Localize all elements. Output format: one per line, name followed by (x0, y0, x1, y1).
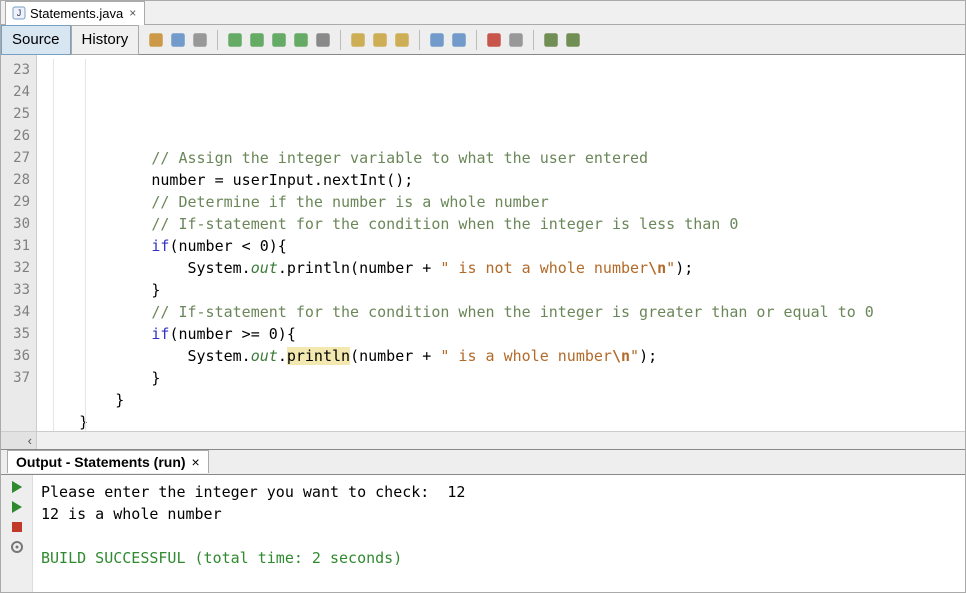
select-rect-icon[interactable] (314, 31, 332, 49)
line-number: 32 (1, 257, 30, 279)
stop-icon[interactable] (507, 31, 525, 49)
code-line[interactable]: } (43, 367, 965, 389)
java-file-icon: J (12, 6, 26, 20)
nav-fwd-icon[interactable] (248, 31, 266, 49)
arrow-return-icon[interactable] (393, 31, 411, 49)
console-line: 12 is a whole number (41, 503, 957, 525)
nav-up-icon[interactable] (270, 31, 288, 49)
close-icon[interactable]: × (192, 454, 200, 470)
line-number-gutter: 232425262728293031323334353637 (1, 55, 37, 431)
console-line: Please enter the integer you want to che… (41, 481, 957, 503)
stop-run-icon[interactable] (9, 519, 25, 535)
line-number: 35 (1, 323, 30, 345)
svg-text:J: J (17, 8, 22, 18)
console-line: BUILD SUCCESSFUL (total time: 2 seconds) (41, 547, 957, 569)
file-tab[interactable]: J Statements.java × (5, 1, 145, 25)
line-number: 37 (1, 367, 30, 389)
line-number: 24 (1, 81, 30, 103)
nav-down-icon[interactable] (292, 31, 310, 49)
code-editor[interactable]: 232425262728293031323334353637 // Assign… (1, 55, 965, 431)
file-tab-bar: J Statements.java × (1, 1, 965, 25)
output-side-toolbar (1, 475, 33, 592)
line-number: 25 (1, 103, 30, 125)
code-line[interactable]: System.out.println(number + " is a whole… (43, 345, 965, 367)
source-tab[interactable]: Source (1, 25, 71, 55)
code-line[interactable]: } (43, 389, 965, 411)
indent-guide (85, 59, 86, 431)
code-line[interactable]: if(number < 0){ (43, 235, 965, 257)
settings-icon[interactable] (9, 539, 25, 555)
output-console[interactable]: Please enter the integer you want to che… (33, 475, 965, 592)
scroll-left-icon[interactable]: ‹ (1, 432, 37, 449)
editor-toolbar (139, 30, 582, 50)
line-number: 34 (1, 301, 30, 323)
refresh-icon[interactable] (147, 31, 165, 49)
diff-icon[interactable] (191, 31, 209, 49)
line-number: 36 (1, 345, 30, 367)
arrow-down-icon[interactable] (371, 31, 389, 49)
uncomment-icon[interactable] (564, 31, 582, 49)
line-number: 31 (1, 235, 30, 257)
comment-icon[interactable] (542, 31, 560, 49)
code-line[interactable]: System.out.println(number + " is not a w… (43, 257, 965, 279)
scrollbar-track[interactable] (37, 432, 965, 449)
wrap-dropdown-icon[interactable] (169, 31, 187, 49)
line-number: 30 (1, 213, 30, 235)
indent-guide (53, 59, 54, 431)
history-tab[interactable]: History (71, 25, 140, 55)
nav-back-icon[interactable] (226, 31, 244, 49)
output-title: Output - Statements (run) (16, 454, 186, 470)
code-line[interactable]: } (43, 411, 965, 431)
code-line[interactable]: // If-statement for the condition when t… (43, 213, 965, 235)
code-content[interactable]: // Assign the integer variable to what t… (37, 55, 965, 431)
output-panel: Please enter the integer you want to che… (1, 475, 965, 592)
run-again-alt-icon[interactable] (9, 499, 25, 515)
line-number: 33 (1, 279, 30, 301)
close-icon[interactable]: × (127, 6, 138, 20)
line-number: 26 (1, 125, 30, 147)
record-icon[interactable] (485, 31, 503, 49)
line-number: 29 (1, 191, 30, 213)
output-tab[interactable]: Output - Statements (run) × (7, 450, 209, 473)
file-tab-label: Statements.java (30, 6, 123, 21)
horizontal-scrollbar[interactable]: ‹ (1, 431, 965, 449)
code-line[interactable]: if(number >= 0){ (43, 323, 965, 345)
code-line[interactable]: number = userInput.nextInt(); (43, 169, 965, 191)
line-number: 28 (1, 169, 30, 191)
run-again-icon[interactable] (9, 479, 25, 495)
code-line[interactable]: // Assign the integer variable to what t… (43, 147, 965, 169)
code-line[interactable]: // Determine if the number is a whole nu… (43, 191, 965, 213)
line-number: 23 (1, 59, 30, 81)
shift-right-icon[interactable] (450, 31, 468, 49)
shift-left-icon[interactable] (428, 31, 446, 49)
arrow-up-icon[interactable] (349, 31, 367, 49)
code-line[interactable]: } (43, 279, 965, 301)
output-panel-header: Output - Statements (run) × (1, 449, 965, 475)
console-line (41, 525, 957, 547)
editor-mode-bar: Source History (1, 25, 965, 55)
line-number: 27 (1, 147, 30, 169)
code-line[interactable]: // If-statement for the condition when t… (43, 301, 965, 323)
